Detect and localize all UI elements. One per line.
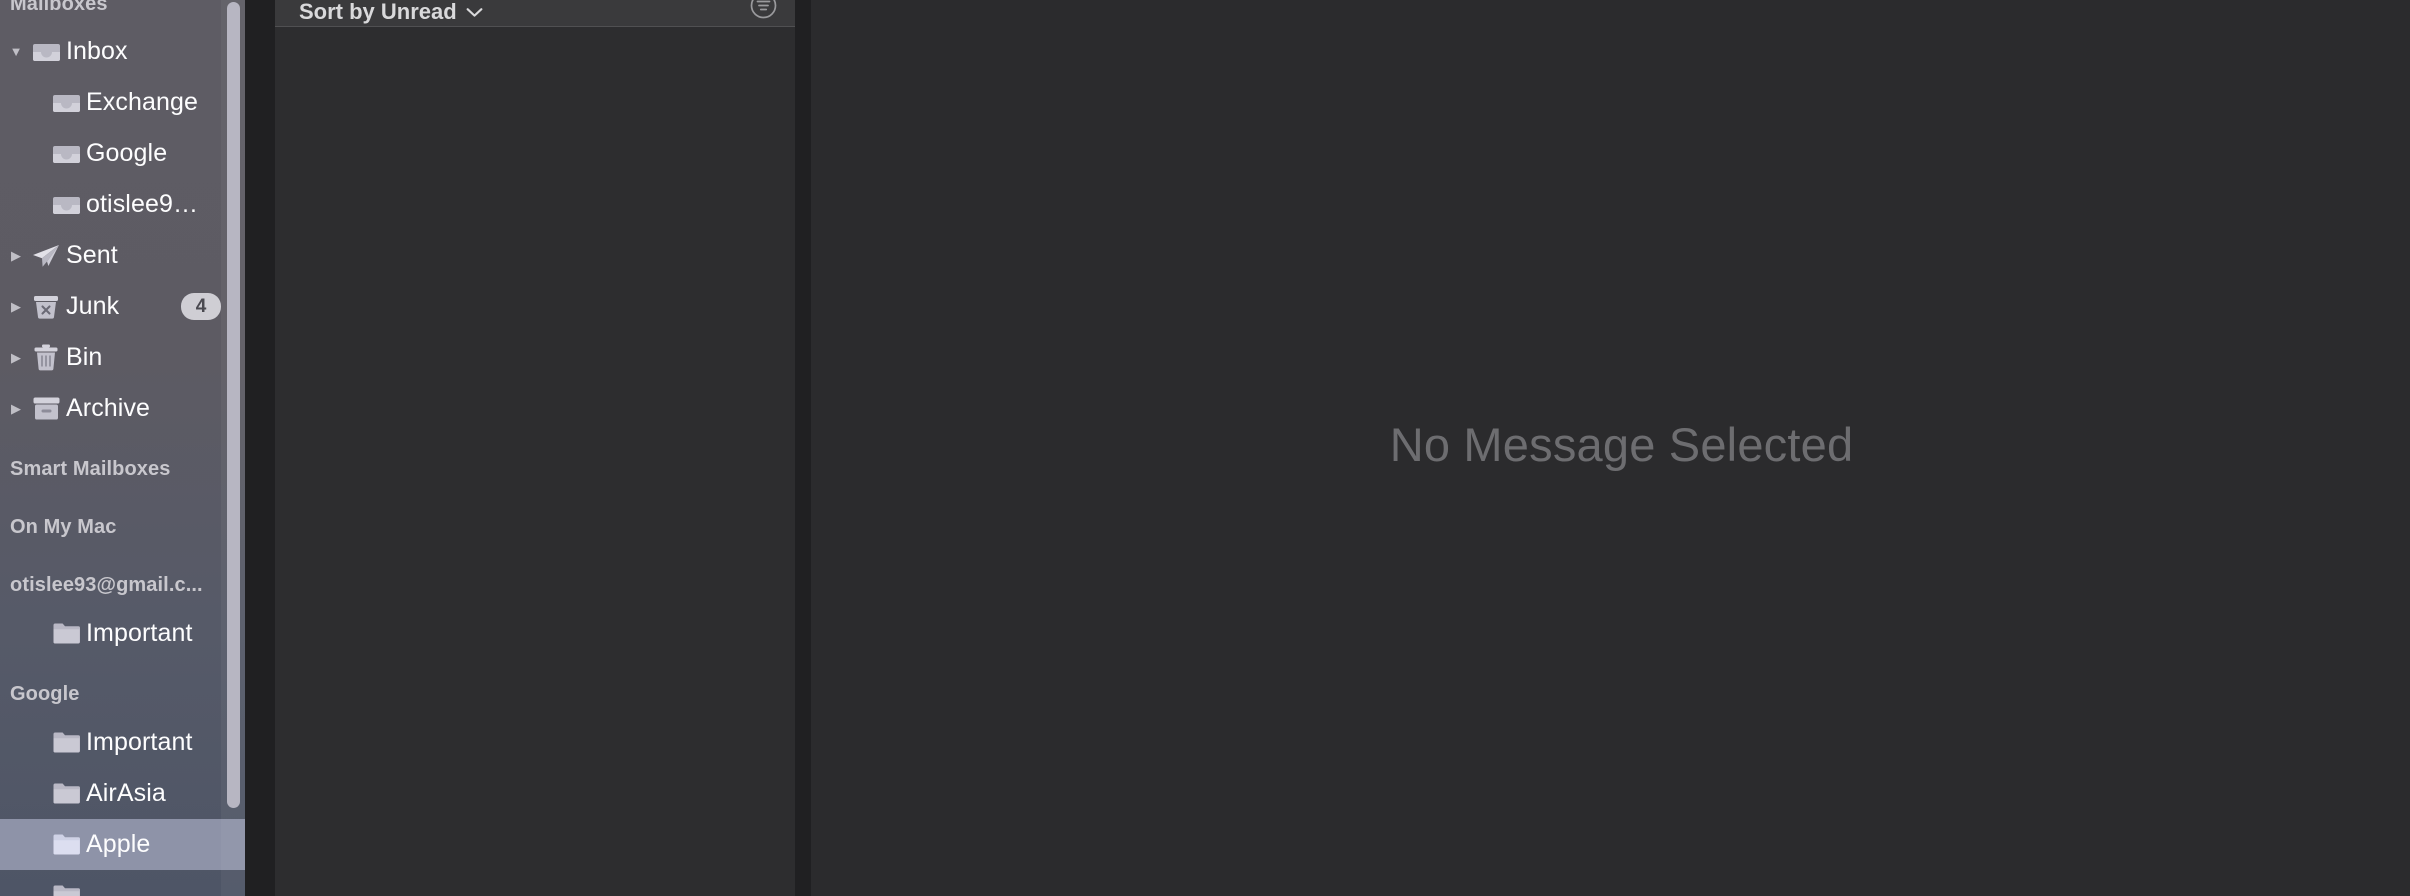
sidebar-item-junk[interactable]: ▶ Junk 4 <box>0 281 245 332</box>
filter-icon <box>750 0 777 19</box>
folder-icon <box>46 622 86 645</box>
message-list-pane[interactable]: Sort by Unread <box>275 0 795 896</box>
folder-icon <box>46 884 86 896</box>
sidebar-item-exchange[interactable]: ▶ Exchange <box>0 77 245 128</box>
inbox-tray-icon <box>46 91 86 115</box>
sidebar-item-important-google[interactable]: ▶ Important <box>0 717 245 768</box>
sidebar-item-bin[interactable]: ▶ Bin <box>0 332 245 383</box>
sidebar-list-divider[interactable] <box>245 0 275 896</box>
disclosure-triangle-right-icon[interactable]: ▶ <box>6 350 26 366</box>
sort-by-button[interactable]: Sort by Unread <box>299 0 483 25</box>
sidebar-section-on-my-mac: On My Mac <box>10 516 117 538</box>
sidebar-scroll-content: Mailboxes ▼ Inbox ▶ Exchange ▶ <box>0 0 245 896</box>
filter-button[interactable] <box>750 0 777 24</box>
sidebar-scrollbar-track[interactable] <box>221 0 245 896</box>
inbox-tray-icon <box>46 193 86 217</box>
sidebar-scrollbar-thumb[interactable] <box>227 2 240 808</box>
archive-box-icon <box>26 396 66 421</box>
list-reading-divider[interactable] <box>795 0 811 896</box>
sidebar-item-airasia[interactable]: ▶ AirAsia <box>0 768 245 819</box>
paper-plane-icon <box>26 243 66 269</box>
folder-icon <box>46 731 86 754</box>
sidebar-item-label: Exchange <box>86 88 198 116</box>
sidebar-item-apple[interactable]: ▶ Apple <box>0 819 245 870</box>
sidebar-section-otislee-account: otislee93@gmail.c... <box>10 574 203 596</box>
sidebar-section-mailboxes: Mailboxes <box>10 0 108 15</box>
sidebar-item-label: Important <box>86 619 193 647</box>
sidebar-item-label: AirAsia <box>86 779 166 807</box>
no-message-selected-placeholder: No Message Selected <box>1389 417 1854 471</box>
sidebar-item-label: Archive <box>66 394 151 422</box>
sidebar-item-partial[interactable]: ▶ <box>0 870 245 896</box>
disclosure-triangle-right-icon[interactable]: ▶ <box>6 299 26 315</box>
sidebar-section-smart-mailboxes: Smart Mailboxes <box>10 458 171 480</box>
sidebar-item-inbox[interactable]: ▼ Inbox <box>0 26 245 77</box>
sidebar-item-sent[interactable]: ▶ Sent <box>0 230 245 281</box>
sidebar-item-label: Apple <box>86 830 151 858</box>
mailbox-sidebar[interactable]: Mailboxes ▼ Inbox ▶ Exchange ▶ <box>0 0 245 896</box>
mail-window: Mailboxes ▼ Inbox ▶ Exchange ▶ <box>0 0 2410 896</box>
sidebar-item-label: Bin <box>66 343 103 371</box>
sidebar-item-important-otislee[interactable]: ▶ Important <box>0 608 245 659</box>
sidebar-item-label: Junk <box>66 292 120 320</box>
trash-icon <box>26 344 66 371</box>
disclosure-triangle-right-icon[interactable]: ▶ <box>6 248 26 264</box>
sidebar-item-label: Inbox <box>66 37 128 65</box>
message-list-header: Sort by Unread <box>275 0 795 27</box>
chevron-down-icon <box>466 7 483 17</box>
disclosure-triangle-down-icon[interactable]: ▼ <box>6 44 26 59</box>
sidebar-item-archive[interactable]: ▶ Archive <box>0 383 245 434</box>
sidebar-item-label: otislee9… <box>86 190 199 218</box>
inbox-tray-icon <box>26 40 66 64</box>
message-list-empty-area[interactable] <box>275 28 795 896</box>
junk-bin-icon <box>26 294 66 320</box>
sidebar-item-label: Google <box>86 139 168 167</box>
folder-icon <box>46 833 86 856</box>
sort-by-label: Sort by Unread <box>299 0 457 24</box>
unread-count-badge: 4 <box>181 293 221 320</box>
disclosure-triangle-right-icon[interactable]: ▶ <box>6 401 26 417</box>
sidebar-item-label: Sent <box>66 241 118 269</box>
sidebar-section-google-account: Google <box>10 683 80 705</box>
folder-icon <box>46 782 86 805</box>
sidebar-item-label: Important <box>86 728 193 756</box>
sidebar-item-google-inbox[interactable]: ▶ Google <box>0 128 245 179</box>
reading-pane: No Message Selected <box>811 0 2410 896</box>
sidebar-item-otislee-inbox[interactable]: ▶ otislee9… <box>0 179 245 230</box>
inbox-tray-icon <box>46 142 86 166</box>
